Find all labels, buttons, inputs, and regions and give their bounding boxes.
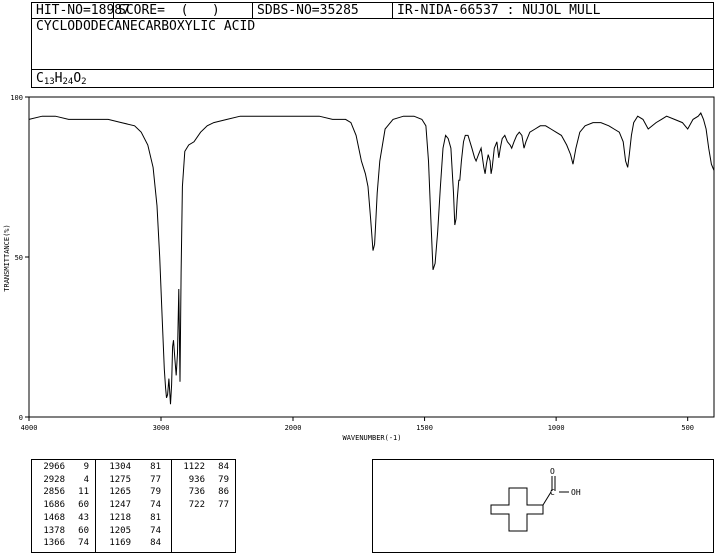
peak-row: 1275 77 xyxy=(95,475,171,487)
peak-transmittance: 74 xyxy=(78,538,89,549)
peak-wavenumber: 722 xyxy=(188,500,205,511)
peak-wavenumber: 1468 xyxy=(43,512,65,523)
peak-transmittance: 81 xyxy=(150,462,161,472)
peak-row: 1122 84 xyxy=(171,462,235,474)
peak-wavenumber: 1169 xyxy=(109,538,131,549)
peak-wavenumber: 736 xyxy=(188,487,205,498)
peak-row: 1304 81 xyxy=(95,462,171,474)
peak-wavenumber: 1218 xyxy=(109,512,131,523)
y-tick-label: 0 xyxy=(19,414,23,422)
peak-row: 1205 74 xyxy=(95,526,171,538)
peak-wavenumber: 1366 xyxy=(43,538,65,549)
y-axis-label: TRANSMITTANCE(%) xyxy=(3,224,11,291)
spectrum-line xyxy=(28,112,715,405)
oxygen-label: O xyxy=(550,467,555,476)
peak-wavenumber: 1304 xyxy=(109,462,131,472)
peak-transmittance: 77 xyxy=(150,474,161,485)
peak-wavenumber: 1275 xyxy=(109,474,131,485)
x-tick-label: 500 xyxy=(681,424,694,432)
structure-drawing: C O OH xyxy=(490,467,581,532)
peak-row: 722 77 xyxy=(171,500,235,512)
peak-row: 2856 11 xyxy=(32,487,95,499)
peak-row: 2928 4 xyxy=(32,475,95,487)
x-tick-label: 3000 xyxy=(153,424,170,432)
hydroxyl-label: OH xyxy=(571,488,581,497)
peak-wavenumber: 2856 xyxy=(43,487,65,498)
peak-transmittance: 74 xyxy=(150,525,161,536)
peak-row: 1265 79 xyxy=(95,487,171,499)
peak-transmittance: 86 xyxy=(218,487,229,498)
peak-row: 1247 74 xyxy=(95,500,171,512)
peak-transmittance: 84 xyxy=(218,462,229,472)
plot-frame xyxy=(28,96,715,418)
peak-row: 1169 84 xyxy=(95,538,171,550)
x-tick-label: 2000 xyxy=(285,424,302,432)
x-tick-label: 1000 xyxy=(548,424,565,432)
peak-row: 936 79 xyxy=(171,475,235,487)
peak-wavenumber: 1205 xyxy=(109,525,131,536)
peak-row: 1686 60 xyxy=(32,500,95,512)
peak-row: 736 86 xyxy=(171,487,235,499)
peak-row: 1468 43 xyxy=(32,513,95,525)
y-tick-label: 50 xyxy=(15,254,23,262)
y-tick-label: 100 xyxy=(10,94,23,102)
peak-transmittance: 11 xyxy=(78,487,89,498)
peak-transmittance: 79 xyxy=(150,487,161,498)
x-axis-label: WAVENUMBER(-1) xyxy=(342,434,401,442)
peak-wavenumber: 1378 xyxy=(43,525,65,536)
ir-spectrum-chart: 100500 4000 3000 2000 1500 1000 500 TRANSMITT… xyxy=(3,94,715,442)
peak-table-column: 1122 84 936 79 736 86 722 77 xyxy=(171,460,235,552)
peak-table-column: 1304 81 1275 77 1265 79 1247 74 1218 81 1205 74 1169… xyxy=(95,460,172,552)
structure-box: C O OH xyxy=(372,459,714,553)
peak-transmittance: 4 xyxy=(83,474,89,485)
peak-transmittance: 74 xyxy=(150,500,161,511)
peak-transmittance: 79 xyxy=(218,474,229,485)
peak-transmittance: 9 xyxy=(83,462,89,472)
peak-wavenumber: 1265 xyxy=(109,487,131,498)
peak-transmittance: 81 xyxy=(150,512,161,523)
peak-wavenumber: 2966 xyxy=(43,462,65,472)
x-tick-label: 4000 xyxy=(21,424,38,432)
peak-transmittance: 43 xyxy=(78,512,89,523)
carbon-label: C xyxy=(550,488,555,497)
peak-row: 1366 74 xyxy=(32,538,95,550)
peak-transmittance: 60 xyxy=(78,500,89,511)
peak-wavenumber: 1247 xyxy=(109,500,131,511)
cyclododecane-ring xyxy=(490,487,544,532)
peak-table: 2966 9 2928 4 2856 11 1686 60 1468 43 1378 60 1366 74… xyxy=(31,459,236,553)
peak-row: 2966 9 xyxy=(32,462,95,474)
peak-wavenumber: 1122 xyxy=(183,462,205,472)
peak-wavenumber: 936 xyxy=(188,474,205,485)
peak-transmittance: 84 xyxy=(150,538,161,549)
peak-row: 1378 60 xyxy=(32,526,95,538)
peak-transmittance: 60 xyxy=(78,525,89,536)
peak-wavenumber: 2928 xyxy=(43,474,65,485)
peak-row: 1218 81 xyxy=(95,513,171,525)
x-tick-label: 1500 xyxy=(416,424,433,432)
peak-table-column: 2966 9 2928 4 2856 11 1686 60 1468 43 1378 60 1366 74 xyxy=(32,460,96,552)
peak-wavenumber: 1686 xyxy=(43,500,65,511)
peak-transmittance: 77 xyxy=(218,500,229,511)
